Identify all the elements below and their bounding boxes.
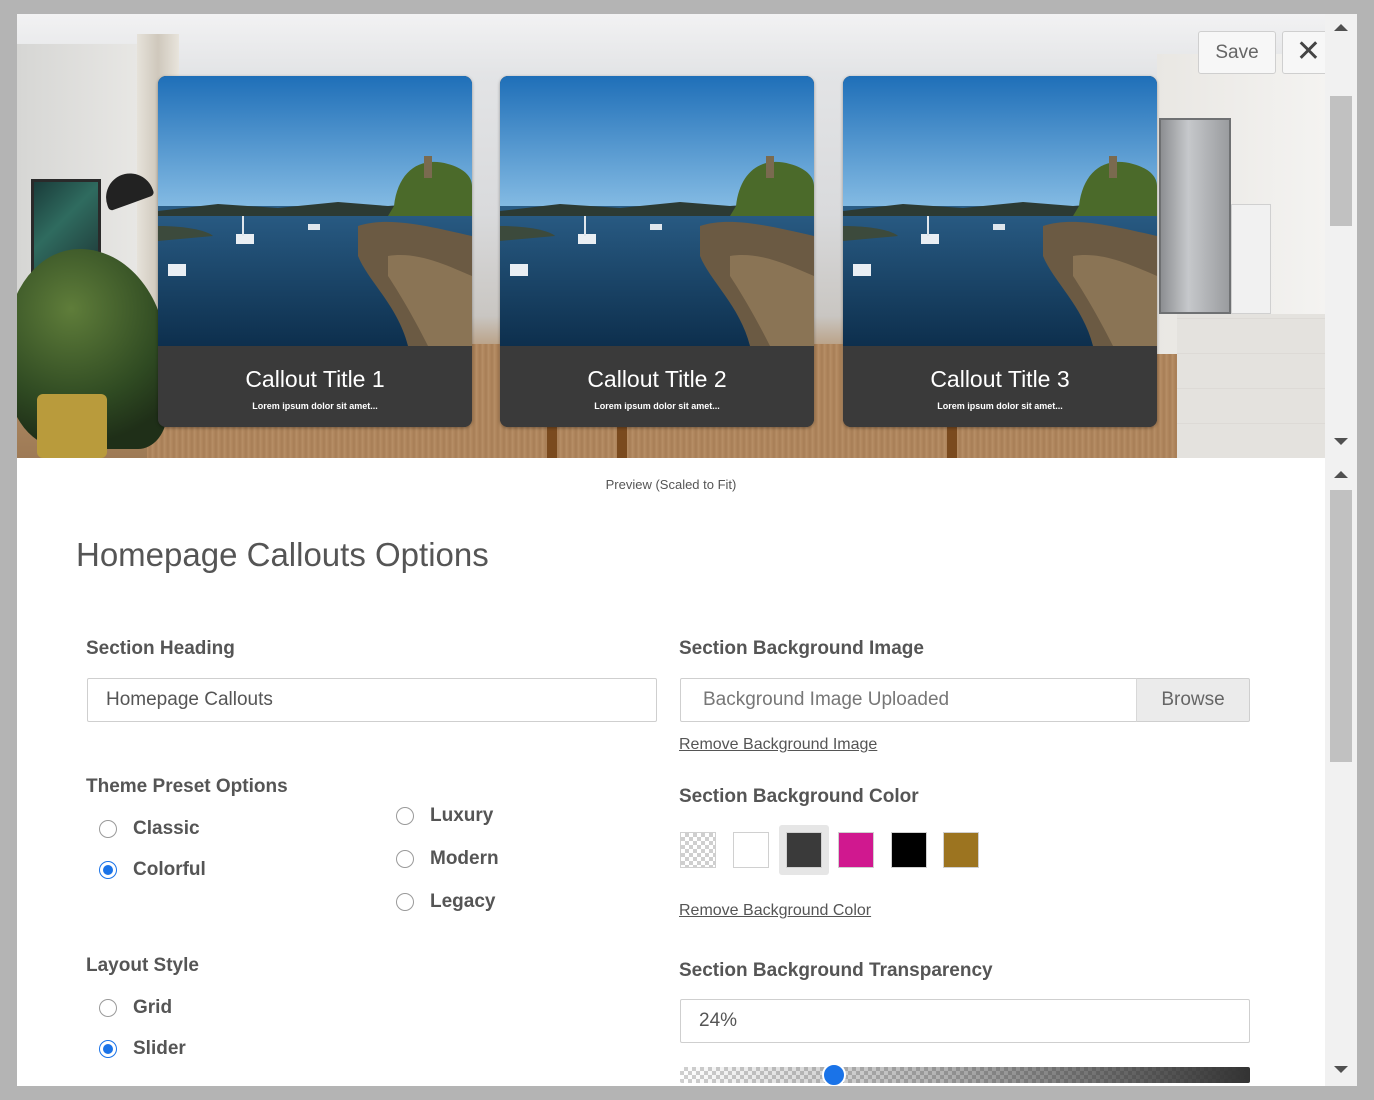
swatch-white[interactable] — [733, 832, 769, 868]
theme-option-modern[interactable]: Modern — [396, 848, 499, 870]
radio-label: Modern — [430, 848, 499, 869]
preview-scrollbar-thumb[interactable] — [1330, 96, 1352, 226]
swatch-transparent[interactable] — [680, 832, 716, 868]
swatch-charcoal[interactable] — [786, 832, 822, 868]
callout-caption: Callout Title 3 Lorem ipsum dolor sit am… — [843, 346, 1157, 427]
callout-caption: Callout Title 1 Lorem ipsum dolor sit am… — [158, 346, 472, 427]
transparency-slider-track[interactable] — [680, 1067, 1250, 1083]
remove-background-image-link[interactable]: Remove Background Image — [679, 736, 877, 754]
radio-label: Colorful — [133, 859, 206, 880]
background-room-fridge — [1159, 118, 1231, 314]
callout-image — [500, 76, 814, 346]
swatch-gold[interactable] — [943, 832, 979, 868]
close-button[interactable]: ✕ — [1282, 31, 1325, 74]
callout-text: Lorem ipsum dolor sit amet... — [252, 401, 378, 411]
background-color-label: Section Background Color — [679, 786, 919, 807]
layout-option-slider[interactable]: Slider — [99, 1038, 186, 1060]
transparency-slider-handle[interactable] — [821, 1063, 846, 1086]
callout-image — [158, 76, 472, 346]
callout-image — [843, 76, 1157, 346]
callout-card-2[interactable]: Callout Title 2 Lorem ipsum dolor sit am… — [500, 76, 814, 427]
radio-button-selected[interactable] — [99, 861, 117, 879]
radio-label: Grid — [133, 997, 173, 1018]
save-button[interactable]: Save — [1198, 31, 1276, 74]
options-scrollbar[interactable] — [1325, 458, 1357, 1086]
theme-option-legacy[interactable]: Legacy — [396, 891, 495, 913]
radio-button[interactable] — [396, 807, 414, 825]
radio-label: Legacy — [430, 891, 496, 912]
browse-button[interactable]: Browse — [1136, 678, 1250, 722]
remove-background-color-link[interactable]: Remove Background Color — [679, 902, 871, 920]
layout-style-label: Layout Style — [86, 955, 199, 976]
radio-button-selected[interactable] — [99, 1040, 117, 1058]
theme-option-classic[interactable]: Classic — [99, 818, 200, 840]
callout-title: Callout Title 3 — [930, 366, 1070, 392]
radio-button[interactable] — [99, 820, 117, 838]
theme-preset-label: Theme Preset Options — [86, 776, 288, 797]
section-heading-label: Section Heading — [86, 638, 235, 659]
background-room-counter — [1231, 204, 1271, 314]
swatch-magenta[interactable] — [838, 832, 874, 868]
background-room-tile-floor — [1177, 314, 1325, 458]
radio-button[interactable] — [99, 999, 117, 1017]
callout-card-1[interactable]: Callout Title 1 Lorem ipsum dolor sit am… — [158, 76, 472, 427]
background-image-field[interactable]: Background Image Uploaded — [680, 678, 1138, 722]
radio-label: Luxury — [430, 805, 494, 826]
radio-button[interactable] — [396, 893, 414, 911]
callouts-editor-dialog: Callout Title 1 Lorem ipsum dolor sit am… — [17, 14, 1357, 1086]
preview-scrollbar[interactable] — [1325, 14, 1357, 458]
background-image-label: Section Background Image — [679, 638, 924, 659]
callout-card-3[interactable]: Callout Title 3 Lorem ipsum dolor sit am… — [843, 76, 1157, 427]
scroll-up-arrow-icon[interactable] — [1334, 471, 1348, 478]
scroll-down-arrow-icon[interactable] — [1334, 438, 1348, 445]
transparency-label: Section Background Transparency — [679, 960, 993, 981]
swatch-black[interactable] — [891, 832, 927, 868]
radio-button[interactable] — [396, 850, 414, 868]
background-room-plant-pot — [37, 394, 107, 458]
radio-label: Slider — [133, 1038, 186, 1059]
callout-text: Lorem ipsum dolor sit amet... — [937, 401, 1063, 411]
options-scrollbar-thumb[interactable] — [1330, 490, 1352, 762]
modal-frame: Callout Title 1 Lorem ipsum dolor sit am… — [0, 0, 1374, 1100]
scroll-up-arrow-icon[interactable] — [1334, 24, 1348, 31]
section-heading-input[interactable] — [87, 678, 657, 722]
layout-option-grid[interactable]: Grid — [99, 997, 172, 1019]
callout-title: Callout Title 2 — [587, 366, 727, 392]
scroll-down-arrow-icon[interactable] — [1334, 1066, 1348, 1073]
preview-caption: Preview (Scaled to Fit) — [605, 477, 737, 492]
callout-text: Lorem ipsum dolor sit amet... — [594, 401, 720, 411]
radio-label: Classic — [133, 818, 200, 839]
preview-area: Callout Title 1 Lorem ipsum dolor sit am… — [17, 14, 1325, 458]
background-room-ceiling — [17, 14, 1325, 74]
callout-caption: Callout Title 2 Lorem ipsum dolor sit am… — [500, 346, 814, 427]
close-icon: ✕ — [1295, 35, 1322, 68]
transparency-input[interactable] — [680, 999, 1250, 1043]
callout-title: Callout Title 1 — [245, 366, 385, 392]
panel-title: Homepage Callouts Options — [76, 536, 489, 573]
theme-option-luxury[interactable]: Luxury — [396, 805, 493, 827]
theme-option-colorful[interactable]: Colorful — [99, 859, 206, 881]
